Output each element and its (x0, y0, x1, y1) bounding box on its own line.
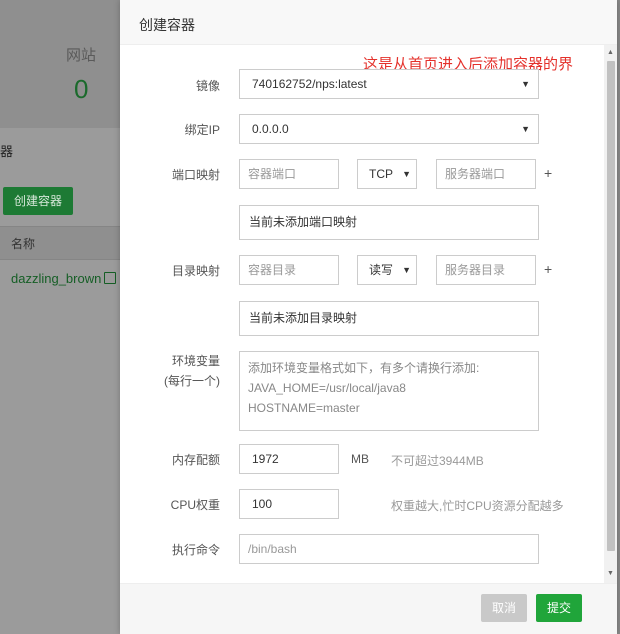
protocol-value: TCP (369, 167, 393, 181)
chevron-down-icon: ▼ (402, 169, 411, 179)
bind-ip-label: 绑定IP (184, 123, 220, 137)
env-textarea[interactable]: 添加环境变量格式如下，有多个请换行添加: JAVA_HOME=/usr/loca… (239, 351, 539, 431)
create-container-dialog: 创建容器 这是从首页进入后添加容器的界 镜像 740162752/nps:lat… (120, 0, 617, 634)
chevron-down-icon: ▼ (521, 79, 530, 89)
bind-ip-select[interactable]: 0.0.0.0 ▼ (239, 114, 539, 144)
bind-ip-value: 0.0.0.0 (252, 122, 289, 136)
memory-label: 内存配额 (171, 453, 220, 467)
command-input[interactable]: /bin/bash (239, 534, 539, 564)
chevron-down-icon: ▼ (521, 124, 530, 134)
cpu-hint: 权重越大,忙时CPU资源分配越多 (391, 499, 564, 513)
scroll-down-icon[interactable]: ▼ (607, 570, 614, 577)
add-dir-button[interactable]: + (544, 261, 552, 277)
dialog-scrollbar[interactable]: ▲ ▼ (604, 45, 617, 583)
dialog-body: 这是从首页进入后添加容器的界 镜像 740162752/nps:latest ▼… (120, 45, 617, 583)
cpu-label: CPU权重 (170, 498, 220, 512)
port-map-list: 当前未添加端口映射 (239, 205, 539, 240)
image-select[interactable]: 740162752/nps:latest ▼ (239, 69, 539, 99)
container-name-link[interactable]: dazzling_brown (11, 271, 101, 286)
table-header-name: 名称 (11, 237, 36, 251)
dir-map-label: 目录映射 (171, 264, 220, 278)
container-port-input[interactable]: 容器端口 (239, 159, 339, 189)
env-placeholder-line: HOSTNAME=master (248, 401, 360, 415)
server-dir-input[interactable]: 服务器目录 (436, 255, 536, 285)
site-stat-label: 网站 (66, 47, 97, 64)
env-placeholder-line: 添加环境变量格式如下，有多个请换行添加: (248, 361, 480, 375)
chevron-down-icon: ▼ (402, 265, 411, 275)
image-select-value: 740162752/nps:latest (252, 77, 367, 91)
port-map-label: 端口映射 (171, 168, 220, 182)
dialog-footer: 取消 提交 (120, 583, 617, 634)
env-label: 环境变量 (171, 354, 220, 368)
mount-mode-select[interactable]: 读写 ▼ (357, 255, 417, 285)
cancel-button[interactable]: 取消 (481, 594, 527, 622)
memory-unit: MB (351, 452, 369, 466)
scroll-up-icon[interactable]: ▲ (607, 49, 614, 56)
cpu-input[interactable]: 100 (239, 489, 339, 519)
edit-icon[interactable] (104, 272, 116, 284)
dialog-title: 创建容器 (139, 17, 195, 33)
site-stat-card (0, 0, 130, 128)
dialog-header: 创建容器 (120, 0, 617, 45)
image-label: 镜像 (195, 79, 220, 93)
protocol-select[interactable]: TCP ▼ (357, 159, 417, 189)
command-label: 执行命令 (171, 543, 220, 557)
site-stat-count: 0 (74, 74, 89, 104)
section-title: 器 (0, 144, 14, 159)
env-placeholder-line: JAVA_HOME=/usr/local/java8 (248, 381, 406, 395)
container-dir-input[interactable]: 容器目录 (239, 255, 339, 285)
scrollbar-thumb[interactable] (607, 61, 615, 551)
dir-map-list: 当前未添加目录映射 (239, 301, 539, 336)
add-port-button[interactable]: + (544, 165, 552, 181)
env-sublabel: (每行一个) (164, 374, 220, 388)
submit-button[interactable]: 提交 (536, 594, 582, 622)
create-container-button[interactable]: 创建容器 (3, 187, 73, 215)
memory-hint: 不可超过3944MB (391, 454, 484, 468)
mount-mode-value: 读写 (369, 263, 394, 277)
server-port-input[interactable]: 服务器端口 (436, 159, 536, 189)
memory-input[interactable]: 1972 (239, 444, 339, 474)
